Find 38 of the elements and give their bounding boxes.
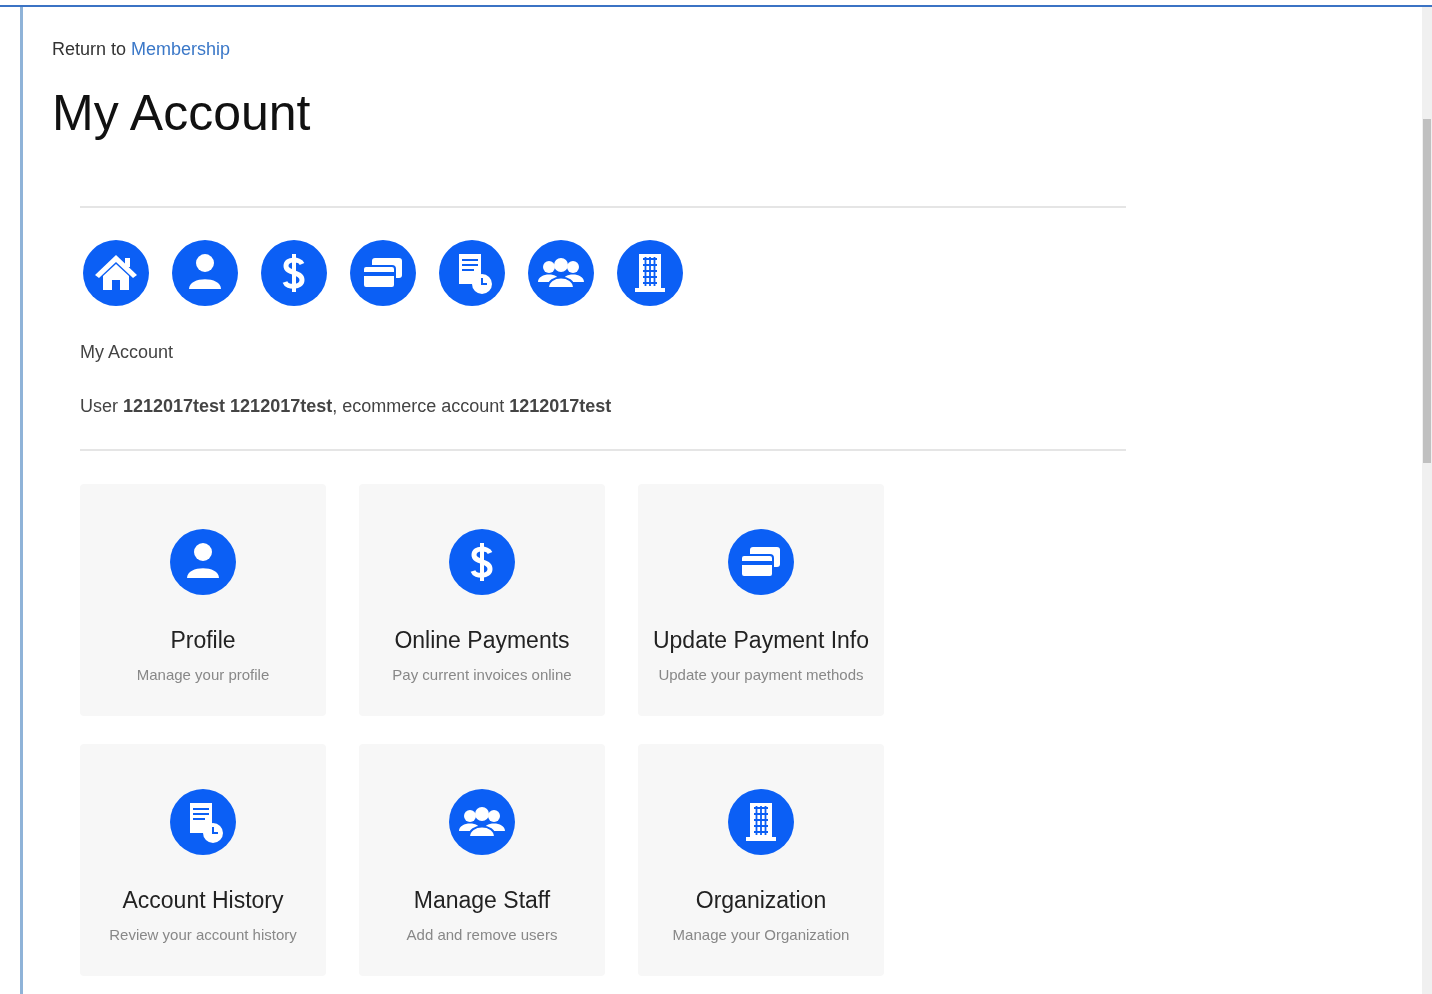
tile-description: Update your payment methods bbox=[658, 666, 864, 683]
group-icon[interactable] bbox=[528, 240, 594, 306]
user-icon[interactable] bbox=[172, 240, 238, 306]
user-account-info: User 1212017test 1212017test, ecommerce account 1212017test bbox=[80, 396, 613, 417]
scrollbar[interactable] bbox=[1422, 7, 1432, 994]
membership-link[interactable]: Membership bbox=[131, 39, 231, 60]
account-tile[interactable]: Update Payment Info Update your payment methods bbox=[638, 484, 884, 716]
dollar-icon[interactable] bbox=[261, 240, 327, 306]
dollar-icon bbox=[449, 529, 515, 595]
credit-cards-icon[interactable] bbox=[350, 240, 416, 306]
tile-description: Manage your profile bbox=[136, 666, 270, 683]
tile-title: Manage Staff bbox=[413, 887, 551, 914]
building-icon[interactable] bbox=[617, 240, 683, 306]
tile-description: Manage your Organization bbox=[672, 926, 850, 943]
tile-description: Add and remove users bbox=[406, 926, 558, 943]
section-label: My Account bbox=[80, 342, 175, 363]
scrollbar-thumb[interactable] bbox=[1423, 119, 1431, 463]
user-icon bbox=[170, 529, 236, 595]
document-clock-icon[interactable] bbox=[439, 240, 505, 306]
tile-title: Organization bbox=[695, 887, 827, 914]
account-tile[interactable]: Profile Manage your profile bbox=[80, 484, 326, 716]
document-clock-icon bbox=[170, 789, 236, 855]
tile-title: Account History bbox=[122, 887, 284, 914]
page-title: My Account bbox=[52, 84, 312, 142]
tile-description: Review your account history bbox=[109, 926, 297, 943]
account-tile[interactable]: Account History Review your account history bbox=[80, 744, 326, 976]
breadcrumb-label: Return to bbox=[52, 39, 127, 60]
tile-title: Online Payments bbox=[394, 627, 570, 654]
group-icon bbox=[449, 789, 515, 855]
building-icon bbox=[728, 789, 794, 855]
house-icon[interactable] bbox=[83, 240, 149, 306]
account-tile[interactable]: Online Payments Pay current invoices online bbox=[359, 484, 605, 716]
account-tile[interactable]: Organization Manage your Organization bbox=[638, 744, 884, 976]
tile-description: Pay current invoices online bbox=[392, 666, 572, 683]
tile-title: Profile bbox=[170, 627, 236, 654]
tile-title: Update Payment Info bbox=[652, 627, 870, 654]
account-tile[interactable]: Manage Staff Add and remove users bbox=[359, 744, 605, 976]
credit-cards-icon bbox=[728, 529, 794, 595]
